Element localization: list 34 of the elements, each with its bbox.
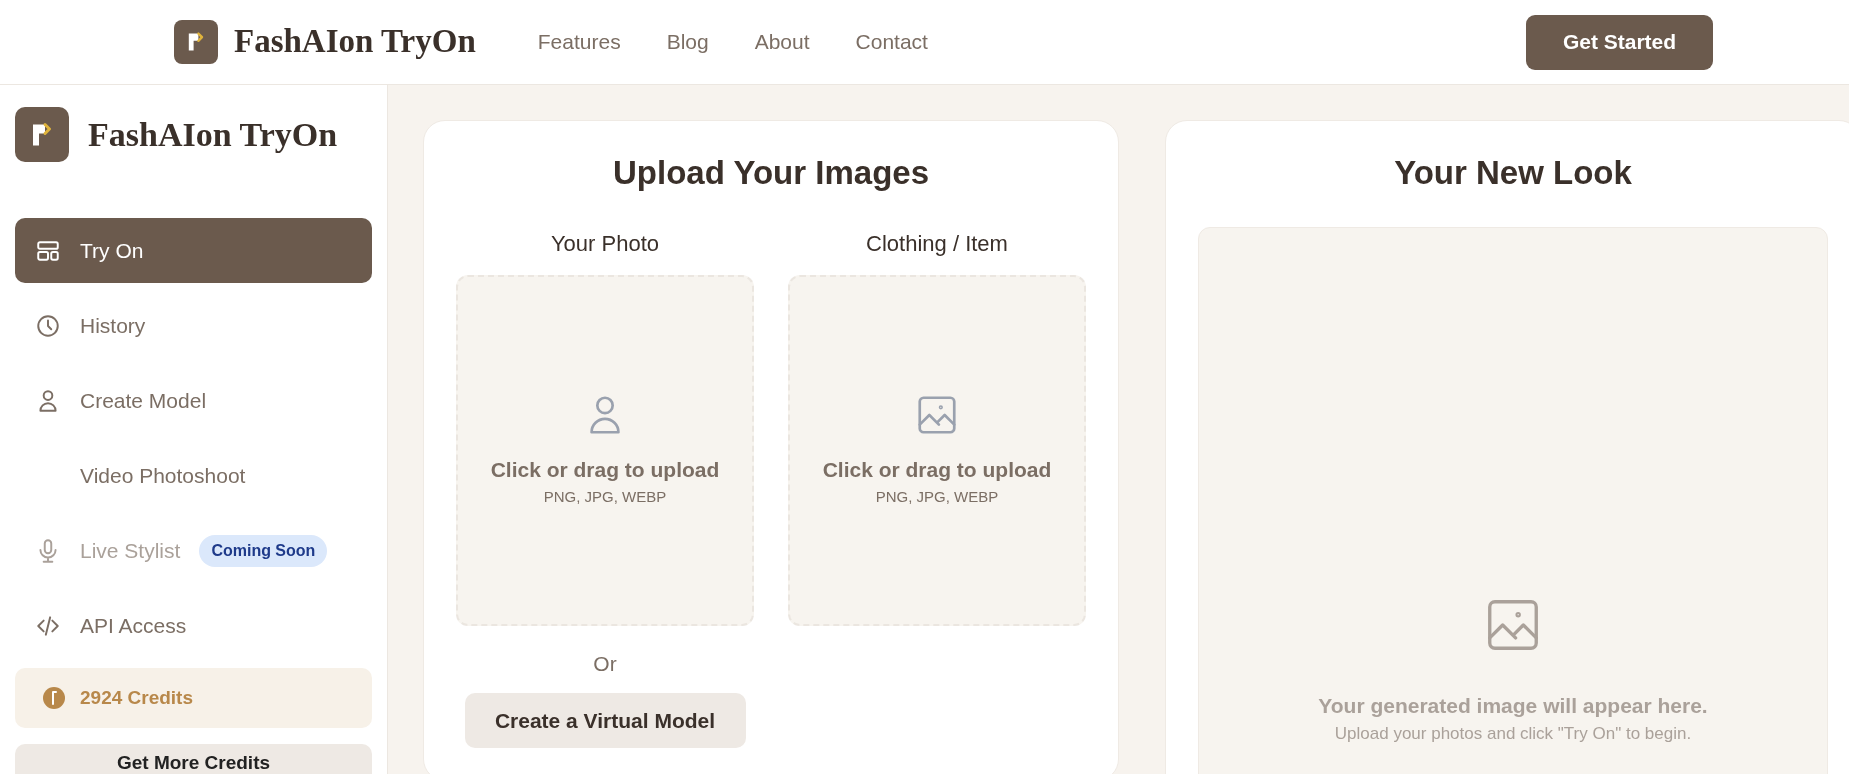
nav-link[interactable]: Features — [537, 26, 621, 58]
upload-prompt: Click or drag to upload — [822, 457, 1052, 484]
coin-icon — [42, 686, 66, 710]
or-text: Or — [593, 650, 617, 677]
nav-link[interactable]: Contact — [855, 26, 928, 58]
sidebar-item[interactable]: Try On — [15, 218, 372, 283]
sidebar-item: Live Stylist — [80, 537, 181, 564]
upload-prompt: Click or drag to upload — [490, 457, 720, 484]
logo-icon — [174, 20, 218, 64]
brand-name: FashAIon TryOn — [234, 22, 476, 62]
get-started-button[interactable]: Get Started — [1526, 14, 1713, 70]
logo-icon — [15, 107, 69, 162]
credits-count: 2924 Credits — [80, 685, 193, 710]
sidebar-item[interactable]: API Access — [15, 593, 372, 658]
sidebar-item[interactable]: History — [15, 293, 372, 358]
card-title: Your New Look — [1393, 153, 1633, 193]
result-hint: Upload your photos and click "Try On" to begin. — [1334, 723, 1692, 746]
get-more-credits-button[interactable]: Get More Credits — [15, 744, 372, 774]
create-virtual-model-button[interactable]: Create a Virtual Model — [464, 693, 746, 749]
nav-link[interactable]: Blog — [666, 26, 709, 58]
coming-soon-badge: Coming Soon — [199, 534, 328, 567]
brand-name: FashAIon TryOn — [88, 115, 338, 155]
upload-dropzone[interactable]: Click or drag to upload PNG, JPG, WEBP — [788, 274, 1086, 626]
nav-link[interactable]: About — [754, 26, 810, 58]
clock-icon — [35, 312, 61, 339]
sidebar-item[interactable]: Create Model — [15, 368, 372, 433]
file-formats: PNG, JPG, WEBP — [543, 486, 667, 507]
upload-dropzone[interactable]: Click or drag to upload PNG, JPG, WEBP — [456, 274, 754, 626]
slot-label: Your Photo — [549, 229, 661, 258]
slot-label: Clothing / Item — [865, 229, 1009, 258]
card-title: Upload Your Images — [612, 153, 930, 193]
sidebar-item[interactable]: Video Photoshoot — [15, 443, 372, 508]
result-message: Your generated image will appear here. — [1318, 692, 1708, 719]
file-formats: PNG, JPG, WEBP — [875, 486, 999, 507]
